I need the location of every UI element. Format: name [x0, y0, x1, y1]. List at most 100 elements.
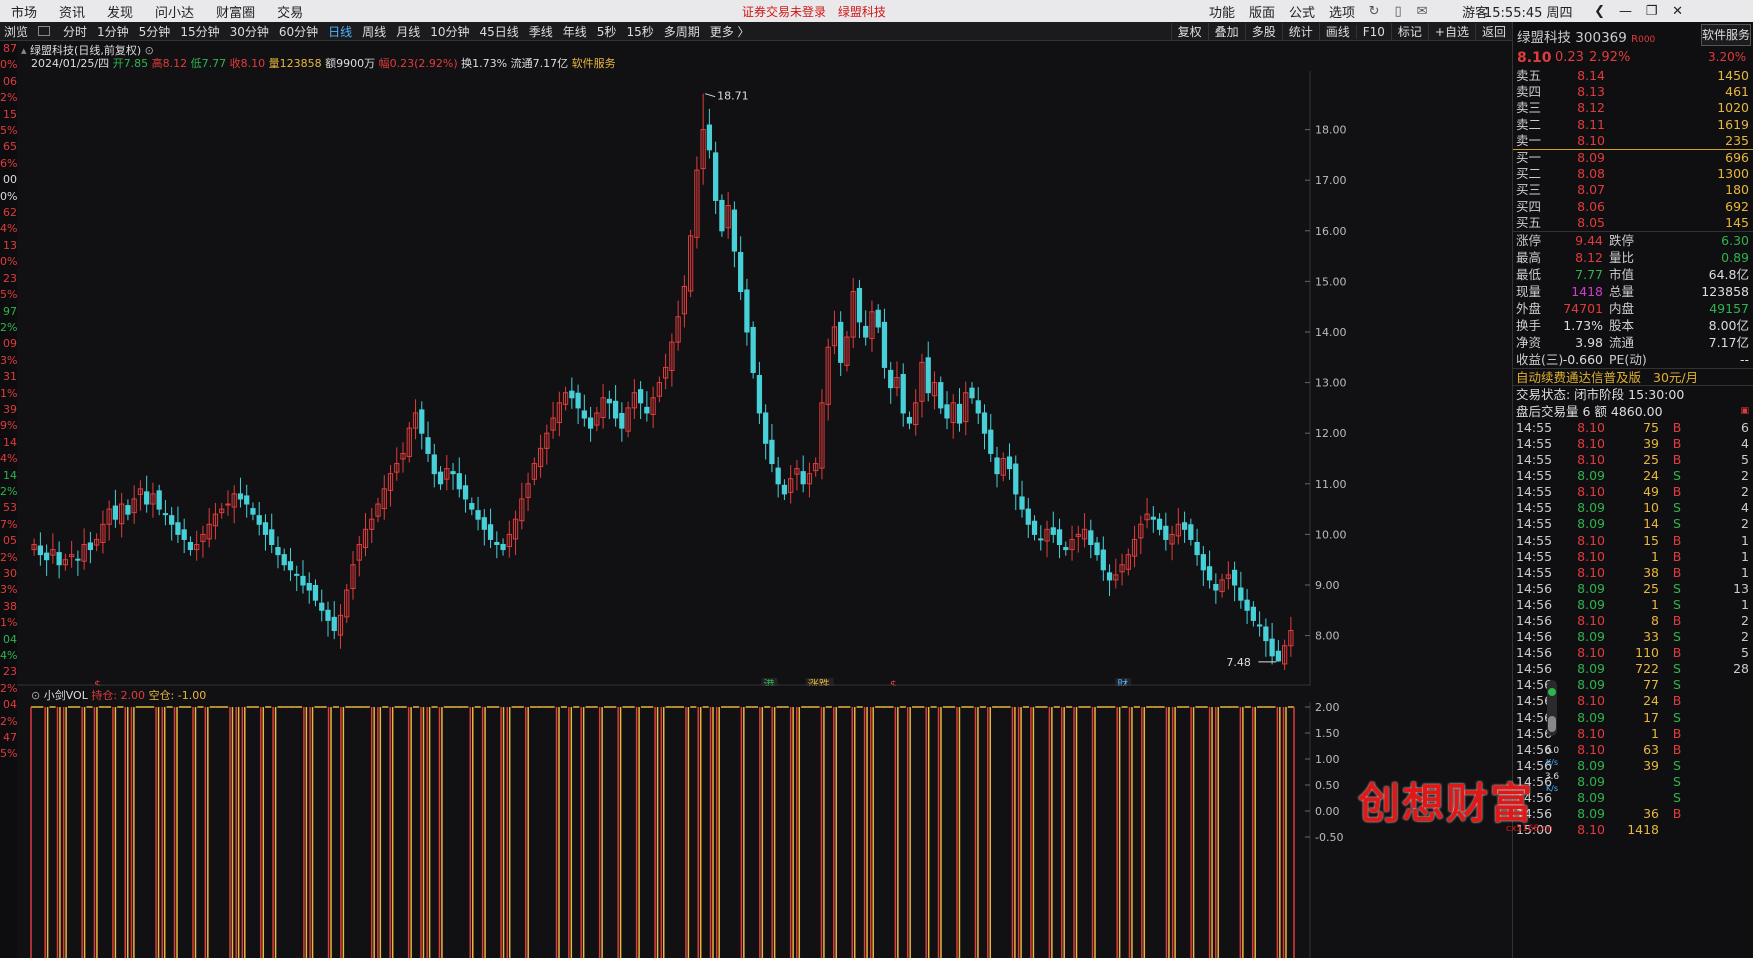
tool-button-7[interactable]: +自选	[1427, 23, 1475, 40]
sector-label[interactable]: 软件服务	[572, 57, 616, 70]
left-strip-label: 09	[3, 337, 17, 351]
stat-value: 8.12	[1575, 249, 1603, 265]
browse-button[interactable]: 浏览	[0, 23, 32, 40]
menu-item-5[interactable]: 交易	[266, 2, 314, 21]
max-pointer	[704, 93, 716, 98]
close-label: 收	[229, 57, 241, 70]
tick-row[interactable]: 14:55 8.10 15 B 1	[1513, 533, 1753, 549]
tick-row[interactable]: 14:55 8.09 14 S 2	[1513, 516, 1753, 532]
period-tab-3[interactable]: 15分钟	[175, 23, 224, 40]
tick-row[interactable]: 14:56 8.09 1 S 1	[1513, 597, 1753, 613]
tick-row[interactable]: 14:55 8.10 75 B 6	[1513, 420, 1753, 436]
period-tab-2[interactable]: 5分钟	[134, 23, 176, 40]
fee-price[interactable]: 30元/月	[1653, 370, 1698, 385]
menu-item-1[interactable]: 资讯	[48, 2, 96, 21]
tool-button-2[interactable]: 多股	[1244, 23, 1282, 40]
tick-row[interactable]: 14:56 8.09 33 S 2	[1513, 629, 1753, 645]
period-tab-11[interactable]: 季线	[524, 23, 558, 40]
tick-row[interactable]: 14:56 8.10 8 B 2	[1513, 613, 1753, 629]
restore-icon[interactable]: ❐	[1639, 4, 1665, 19]
chart-area[interactable]: ▴ 绿盟科技(日线,前复权) ⊙ 2024/01/25/四 开7.85 高8.1…	[17, 41, 1512, 958]
notice-login-status[interactable]: 证券交易未登录	[742, 5, 826, 19]
back-icon[interactable]: ❮	[1587, 4, 1613, 19]
candlestick-chart[interactable]: 18.00 17.00 16.00 15.00 14.00 13.00 12.00 11.00…	[17, 71, 1512, 686]
tick-row[interactable]: 14:55 8.10 39 B 4	[1513, 436, 1753, 452]
fee-text[interactable]: 自动续费通达信普及版	[1516, 370, 1641, 385]
tool-button-3[interactable]: 统计	[1281, 23, 1319, 40]
menu-item-0[interactable]: 市场	[0, 2, 48, 21]
period-tab-4[interactable]: 30分钟	[225, 23, 274, 40]
collapse-icon[interactable]: ▴	[21, 44, 27, 57]
tick-time: 14:56	[1516, 629, 1553, 645]
login-notice[interactable]: 证券交易未登录 绿盟科技	[742, 3, 894, 20]
tool-button-6[interactable]: 标记	[1390, 23, 1428, 40]
stat-label: 总量	[1609, 283, 1635, 299]
period-tab-16[interactable]: 更多 〉	[705, 23, 755, 40]
tool-button-4[interactable]: 画线	[1318, 23, 1356, 40]
period-tab-13[interactable]: 5秒	[592, 23, 622, 40]
menu-item-3[interactable]: 问小达	[144, 2, 205, 21]
slider-handle[interactable]	[1548, 716, 1556, 732]
tool-button-5[interactable]: F10	[1355, 24, 1391, 39]
indicator-gear-icon[interactable]: ⊙	[31, 689, 40, 702]
left-strip-label: 23	[3, 271, 17, 285]
tick-row[interactable]: 14:56 8.09 36 B	[1513, 806, 1753, 822]
sector-button[interactable]: 软件服务	[1701, 24, 1751, 46]
refresh-icon[interactable]: ↻	[1362, 4, 1386, 19]
candle-body	[437, 471, 444, 485]
tool-button-8[interactable]: 返回	[1474, 23, 1512, 40]
period-tab-10[interactable]: 45日线	[474, 23, 523, 40]
tool-button-0[interactable]: 复权	[1170, 23, 1208, 40]
period-tab-5[interactable]: 60分钟	[274, 23, 323, 40]
tick-row[interactable]: 14:55 8.10 49 B 2	[1513, 484, 1753, 500]
panel-toggle-icon[interactable]	[38, 26, 51, 36]
speed-slider[interactable]: 0.0 K/s 3.6 K/s	[1543, 680, 1561, 800]
menu-formula[interactable]: 公式	[1282, 2, 1322, 21]
period-tab-6[interactable]: 日线	[323, 23, 357, 40]
stat-label: 涨停	[1516, 232, 1542, 248]
slider-dot[interactable]	[1548, 688, 1556, 696]
tick-row[interactable]: 14:56 8.09 25 S 13	[1513, 581, 1753, 597]
tick-row[interactable]: 14:55 8.10 25 B 5	[1513, 452, 1753, 468]
period-tab-8[interactable]: 月线	[391, 23, 425, 40]
candle-body	[281, 554, 287, 566]
ask-vol: 1020	[1717, 100, 1749, 116]
period-tab-14[interactable]: 15秒	[621, 23, 658, 40]
candle-body	[775, 467, 781, 485]
period-tab-12[interactable]: 年线	[558, 23, 592, 40]
tool-button-1[interactable]: 叠加	[1207, 23, 1245, 40]
tick-row[interactable]: 14:56 8.09 722 S 28	[1513, 661, 1753, 677]
tick-vol: 24	[1643, 693, 1659, 709]
tick-count: 4	[1741, 435, 1749, 451]
stat-row: 最低 7.77 市值 64.8亿	[1513, 266, 1753, 283]
menu-function[interactable]: 功能	[1202, 2, 1242, 21]
close-icon[interactable]: ✕	[1665, 4, 1691, 19]
tick-row[interactable]: 14:55 8.09 24 S 2	[1513, 468, 1753, 484]
mail-icon[interactable]: ✉	[1410, 4, 1434, 19]
stat-label: 最低	[1516, 266, 1542, 282]
stat-value: 0.89	[1721, 249, 1749, 265]
candle-body	[1094, 542, 1100, 556]
menu-options[interactable]: 选项	[1322, 2, 1362, 21]
tick-row[interactable]: 15:00 8.10 1418	[1513, 822, 1753, 838]
period-tab-15[interactable]: 多周期	[659, 23, 705, 40]
tick-row[interactable]: 14:55 8.09 10 S 4	[1513, 500, 1753, 516]
period-tab-0[interactable]: 分时	[58, 23, 92, 40]
stat-label: 流通	[1609, 334, 1635, 350]
menu-layout[interactable]: 版面	[1242, 2, 1282, 21]
fee-banner[interactable]: 自动续费通达信普及版 30元/月	[1513, 367, 1753, 386]
tick-row[interactable]: 14:55 8.10 1 B 1	[1513, 549, 1753, 565]
phone-icon[interactable]: ▯	[1386, 4, 1410, 19]
period-tab-7[interactable]: 周线	[357, 23, 391, 40]
menu-item-4[interactable]: 财富圈	[205, 2, 266, 21]
indicator-chart[interactable]: 2.00 1.50 1.00 0.50 0.00 -0.50	[17, 702, 1512, 958]
indicator-name[interactable]: 小剑VOL	[44, 689, 88, 702]
tick-row[interactable]: 14:56 8.10 110 B 5	[1513, 645, 1753, 661]
detail-icon[interactable]: ▣	[1740, 403, 1749, 420]
period-tab-1[interactable]: 1分钟	[92, 23, 134, 40]
tick-row[interactable]: 14:55 8.10 38 B 1	[1513, 565, 1753, 581]
minimize-icon[interactable]: —	[1613, 4, 1639, 19]
period-tab-9[interactable]: 10分钟	[425, 23, 474, 40]
notice-stock[interactable]: 绿盟科技	[838, 5, 886, 19]
menu-item-2[interactable]: 发现	[96, 2, 144, 21]
